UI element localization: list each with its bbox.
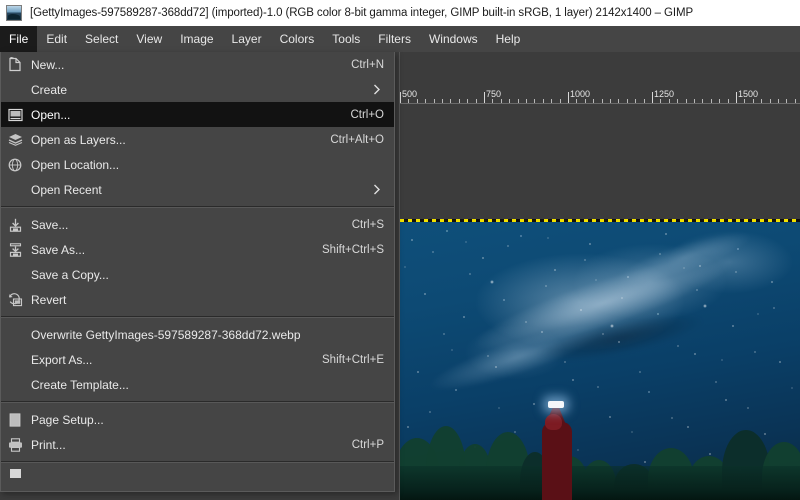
night-sky-photograph [400, 222, 800, 500]
menu-item-label: Page Setup... [31, 412, 104, 427]
open-image-icon [1, 102, 29, 127]
menu-separator [1, 461, 394, 463]
menu-separator [1, 206, 394, 208]
menu-item-accel: Shift+Ctrl+S [322, 243, 384, 256]
menu-item-label: Save a Copy... [31, 267, 109, 282]
menu-item-label: Overwrite GettyImages-597589287-368dd72.… [31, 327, 301, 342]
file-menu-dropdown: New... Ctrl+N Create Open... Ctrl+O Open… [0, 52, 395, 492]
menu-item-label: Create Template... [31, 377, 129, 392]
menu-item-label: Print... [31, 437, 66, 452]
menu-item-label: Open Recent [31, 182, 102, 197]
menubar-item-tools[interactable]: Tools [323, 26, 369, 52]
menu-item-label: Open Location... [31, 157, 120, 172]
partial-icon [1, 467, 29, 481]
menubar-item-select[interactable]: Select [76, 26, 127, 52]
ruler-label-1250: 1250 [654, 89, 675, 99]
no-icon-placeholder [1, 322, 29, 347]
menu-item-accel: Ctrl+P [351, 438, 384, 451]
menu-item-label: Revert [31, 292, 67, 307]
menu-item-open-as-layers[interactable]: Open as Layers... Ctrl+Alt+O [1, 127, 394, 152]
ruler-label-1500: 1500 [738, 89, 759, 99]
person-photographing [528, 400, 590, 500]
menu-item-accel: Shift+Ctrl+E [322, 353, 384, 366]
menu-item-label: Save... [31, 217, 69, 232]
menubar-item-edit[interactable]: Edit [37, 26, 76, 52]
ruler-label-500: 500 [402, 89, 418, 99]
menu-item-label: Save As... [31, 242, 86, 257]
chevron-right-icon [370, 84, 384, 95]
menubar-item-help[interactable]: Help [487, 26, 530, 52]
foreground-ground [400, 466, 800, 500]
person-body [542, 422, 572, 500]
menu-item-open-location[interactable]: Open Location... [1, 152, 394, 177]
no-icon-placeholder [1, 177, 29, 202]
menu-item-accel: Ctrl+Alt+O [330, 133, 384, 146]
tree-silhouettes [400, 390, 800, 500]
menu-item-label: New... [31, 57, 65, 72]
menu-bar: File Edit Select View Image Layer Colors… [0, 26, 800, 52]
menu-item-accel: Ctrl+N [351, 58, 384, 71]
menu-item-label: Create [31, 82, 68, 97]
save-icon [1, 212, 29, 237]
menu-item-export-as[interactable]: Export As... Shift+Ctrl+E [1, 347, 394, 372]
menu-item-create-template[interactable]: Create Template... [1, 372, 394, 397]
window-title: [GettyImages-597589287-368dd72] (importe… [30, 7, 694, 19]
menubar-item-filters[interactable]: Filters [369, 26, 420, 52]
no-icon-placeholder [1, 77, 29, 102]
gimp-wilber-icon [6, 5, 22, 21]
menubar-item-windows[interactable]: Windows [420, 26, 487, 52]
menubar-item-colors[interactable]: Colors [271, 26, 324, 52]
new-document-icon [1, 52, 29, 77]
menu-separator [1, 401, 394, 403]
menu-item-page-setup[interactable]: Page Setup... [1, 407, 394, 432]
printer-icon [1, 432, 29, 457]
menubar-item-file[interactable]: File [0, 26, 38, 52]
menu-item-save[interactable]: Save... Ctrl+S [1, 212, 394, 237]
gimp-window: [GettyImages-597589287-368dd72] (importe… [0, 0, 800, 500]
menubar-item-layer[interactable]: Layer [223, 26, 271, 52]
menu-item-save-a-copy[interactable]: Save a Copy... [1, 262, 394, 287]
image-canvas[interactable] [400, 105, 800, 500]
menu-item-label: Open as Layers... [31, 132, 126, 147]
menu-item-open[interactable]: Open... Ctrl+O [1, 102, 394, 127]
ruler-label-750: 750 [486, 89, 502, 99]
menu-item-new[interactable]: New... Ctrl+N [1, 52, 394, 77]
menu-item-revert[interactable]: Revert [1, 287, 394, 312]
menubar-item-image[interactable]: Image [171, 26, 222, 52]
globe-icon [1, 152, 29, 177]
page-setup-icon [1, 407, 29, 432]
title-bar: [GettyImages-597589287-368dd72] (importe… [0, 0, 800, 26]
menu-item-accel: Ctrl+S [351, 218, 384, 231]
menu-item-accel: Ctrl+O [350, 108, 384, 121]
layer-boundary-marker [400, 219, 800, 222]
menu-item-overwrite[interactable]: Overwrite GettyImages-597589287-368dd72.… [1, 322, 394, 347]
save-as-icon [1, 237, 29, 262]
canvas-padding [400, 105, 800, 219]
open-as-layers-icon [1, 127, 29, 152]
menu-item-label: Open... [31, 107, 71, 122]
menu-item-print[interactable]: Print... Ctrl+P [1, 432, 394, 457]
menu-separator [1, 316, 394, 318]
ruler-label-1000: 1000 [570, 89, 591, 99]
menubar-item-view[interactable]: View [127, 26, 171, 52]
menu-item-save-as[interactable]: Save As... Shift+Ctrl+S [1, 237, 394, 262]
no-icon-placeholder [1, 347, 29, 372]
person-head [545, 414, 562, 430]
menu-item-open-recent[interactable]: Open Recent [1, 177, 394, 202]
horizontal-ruler[interactable]: 500 750 1000 1250 1500 [400, 88, 800, 104]
menu-item-truncated[interactable] [1, 467, 394, 481]
menu-item-label: Export As... [31, 352, 93, 367]
phone-screen-glow [548, 401, 564, 408]
no-icon-placeholder [1, 372, 29, 397]
menu-item-create[interactable]: Create [1, 77, 394, 102]
revert-icon [1, 287, 29, 312]
no-icon-placeholder [1, 262, 29, 287]
chevron-right-icon [370, 184, 384, 195]
